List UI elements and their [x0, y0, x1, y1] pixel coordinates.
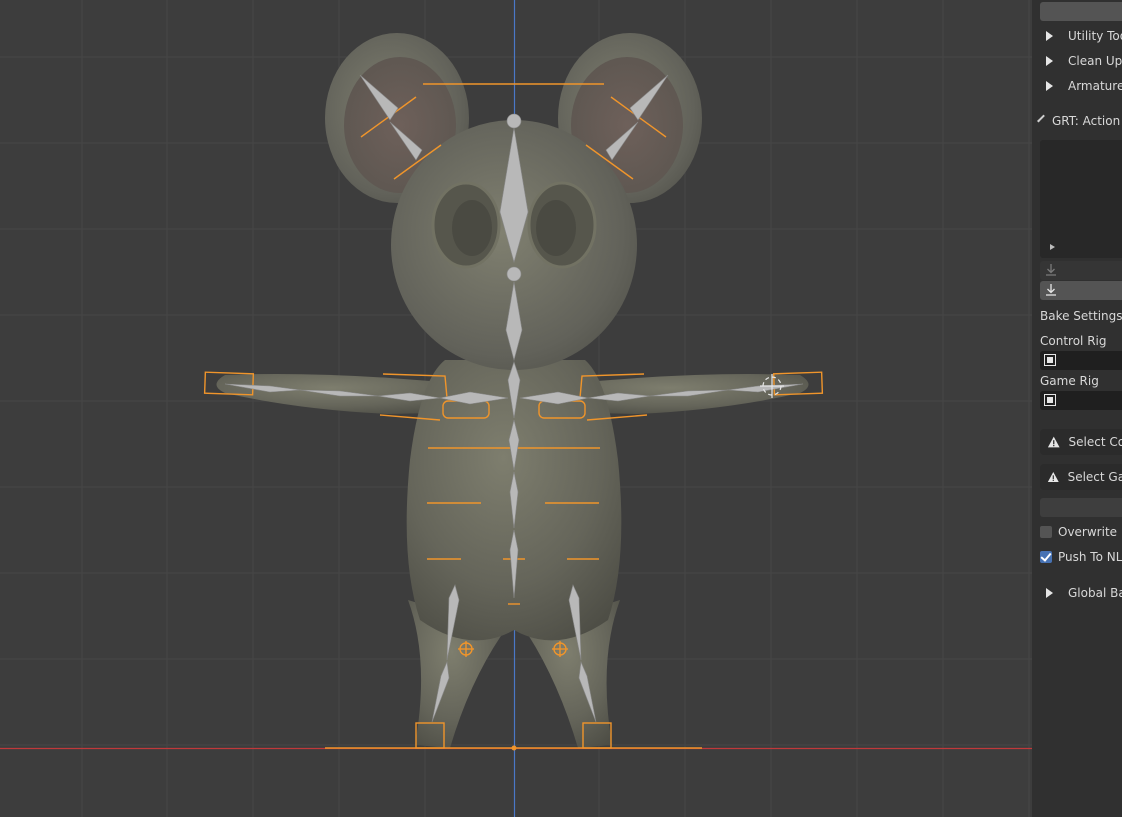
section-label: Armature D: [1068, 79, 1122, 93]
section-label: Utility Tool: [1068, 29, 1122, 43]
download-icon: [1046, 264, 1056, 276]
download-icon: [1046, 284, 1056, 296]
collapse-chevron-icon: [1037, 114, 1045, 123]
warning-label: Select Gar: [1067, 470, 1122, 484]
control-rig-field[interactable]: [1040, 351, 1122, 370]
action-bakery-panel-header[interactable]: GRT: Action B: [1032, 109, 1122, 133]
checkbox-label: Push To NLA: [1058, 550, 1122, 564]
section-label: Global Bak: [1068, 586, 1122, 600]
bake-button[interactable]: [1040, 498, 1122, 517]
action-list[interactable]: [1040, 140, 1122, 258]
expand-triangle-icon: [1046, 588, 1053, 598]
global-bake-section[interactable]: Global Bak: [1040, 582, 1122, 604]
select-game-rig-warning[interactable]: Select Gar: [1040, 464, 1122, 490]
checkbox-checked[interactable]: [1040, 551, 1052, 563]
armature-object-icon: [1044, 394, 1056, 406]
expand-triangle-icon: [1046, 56, 1053, 66]
checkbox-label: Overwrite: [1058, 525, 1118, 539]
push-to-nla-checkbox[interactable]: Push To NLA: [1040, 550, 1122, 564]
expand-triangle-icon: [1046, 31, 1053, 41]
warning-label: Select Cor: [1068, 435, 1122, 449]
import-button-disabled[interactable]: [1040, 261, 1122, 280]
warning-icon: [1047, 436, 1060, 448]
warning-icon: [1047, 471, 1059, 483]
overwrite-checkbox[interactable]: Overwrite: [1040, 525, 1117, 539]
checkbox-unchecked[interactable]: [1040, 526, 1052, 538]
expand-triangle-icon: [1046, 81, 1053, 91]
game-rig-field[interactable]: [1040, 391, 1122, 410]
select-control-rig-warning[interactable]: Select Cor: [1040, 429, 1122, 455]
section-label: Clean Up T: [1068, 54, 1122, 68]
game-rig-label: Game Rig: [1040, 374, 1099, 388]
3d-viewport[interactable]: [0, 0, 1122, 817]
utility-tools-section[interactable]: Utility Tool: [1040, 25, 1122, 47]
list-expand-icon[interactable]: [1050, 244, 1055, 250]
clean-up-section[interactable]: Clean Up T: [1040, 50, 1122, 72]
panel-title: GRT: Action B: [1052, 114, 1122, 128]
import-button[interactable]: [1040, 281, 1122, 300]
sidebar-panel[interactable]: Utility Tool Clean Up T Armature D GRT: …: [1032, 0, 1122, 817]
armature-section[interactable]: Armature D: [1040, 75, 1122, 97]
bake-settings-heading: Bake Settings: [1040, 309, 1122, 323]
armature-object-icon: [1044, 354, 1056, 366]
panel-header-bar[interactable]: [1040, 2, 1122, 21]
control-rig-label: Control Rig: [1040, 334, 1107, 348]
